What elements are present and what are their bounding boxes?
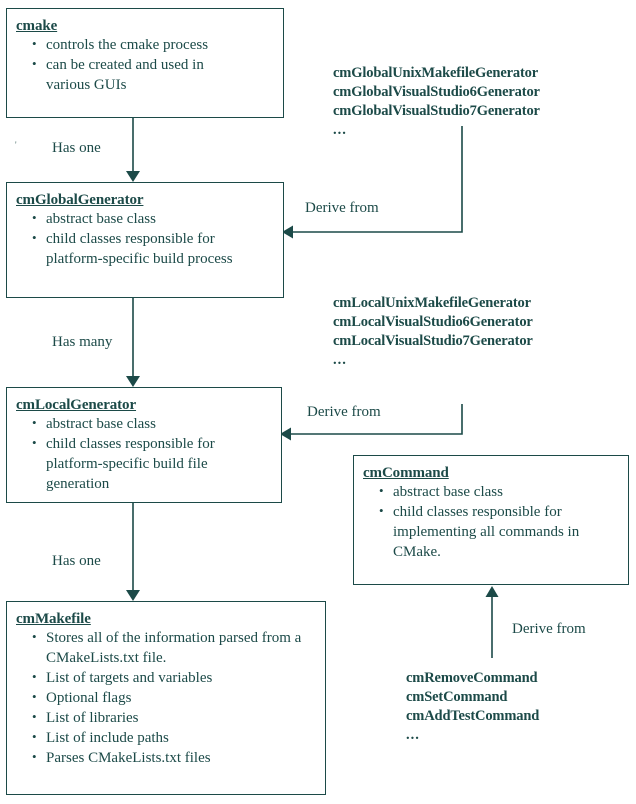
subclass-ellipsis: ... <box>333 352 347 368</box>
subclass-ellipsis: ... <box>333 122 347 138</box>
diagram-canvas: ' cmake controls the cmake process can b… <box>0 0 636 804</box>
box-cmcommand-title: cmCommand <box>363 465 449 481</box>
subclass-item: cmLocalVisualStudio7Generator <box>333 333 533 349</box>
list-item: can be created and used in various GUIs <box>32 54 241 95</box>
list-item: List of libraries <box>32 707 317 728</box>
list-item: Optional flags <box>32 687 317 708</box>
box-cmlocalgenerator-title: cmLocalGenerator <box>16 397 137 413</box>
subclass-item: cmGlobalUnixMakefileGenerator <box>333 65 539 81</box>
list-item: child classes responsible for platform-s… <box>32 433 254 494</box>
subclass-ellipsis: ... <box>406 727 420 743</box>
box-cmake-title: cmake <box>16 18 58 34</box>
box-cmake-bullets: controls the cmake process can be create… <box>16 34 275 95</box>
subclass-item: cmLocalUnixMakefileGenerator <box>333 295 531 311</box>
box-cmake: cmake controls the cmake process can be … <box>6 8 284 118</box>
subclass-item: cmGlobalVisualStudio6Generator <box>333 84 540 100</box>
edge-label-has-one-2: Has one <box>52 553 101 569</box>
box-cmglobalgenerator-title: cmGlobalGenerator <box>16 192 144 208</box>
subclass-list-local-generators: cmLocalUnixMakefileGenerator cmLocalVisu… <box>333 294 533 370</box>
edge-label-derive-from-command: Derive from <box>512 621 586 637</box>
edge-label-has-one-1: Has one <box>52 140 101 156</box>
box-cmcommand-bullets: abstract base class child classes respon… <box>363 481 620 562</box>
list-item: controls the cmake process <box>32 34 275 55</box>
list-item: List of include paths <box>32 727 317 748</box>
connector-cmake-to-globalgenerator <box>126 117 140 182</box>
box-cmglobalgenerator-bullets: abstract base class child classes respon… <box>16 208 275 269</box>
edge-label-derive-from-global: Derive from <box>305 200 379 216</box>
list-item: Parses CMakeLists.txt files <box>32 747 317 768</box>
connector-globalgenerator-to-localgenerator <box>126 298 140 387</box>
box-cmcommand: cmCommand abstract base class child clas… <box>353 455 629 585</box>
subclass-list-global-generators: cmGlobalUnixMakefileGenerator cmGlobalVi… <box>333 64 540 140</box>
list-item: Stores all of the information parsed fro… <box>32 627 304 668</box>
subclass-item: cmAddTestCommand <box>406 708 540 724</box>
subclass-list-commands: cmRemoveCommand cmSetCommand cmAddTestCo… <box>406 669 539 745</box>
list-item: child classes responsible for platform-s… <box>32 228 271 269</box>
connector-derive-from-globalgenerator <box>282 126 463 239</box>
subclass-item: cmRemoveCommand <box>406 670 538 686</box>
list-item: abstract base class <box>379 481 620 502</box>
box-cmglobalgenerator: cmGlobalGenerator abstract base class ch… <box>6 182 284 298</box>
list-item: abstract base class <box>32 413 273 434</box>
list-item: child classes responsible for implementi… <box>379 501 608 562</box>
box-cmmakefile-bullets: Stores all of the information parsed fro… <box>16 627 317 768</box>
box-cmmakefile-title: cmMakefile <box>16 611 91 627</box>
edge-label-derive-from-local: Derive from <box>307 404 381 420</box>
box-cmmakefile: cmMakefile Stores all of the information… <box>6 601 326 795</box>
stray-mark: ' <box>15 140 17 150</box>
list-item: abstract base class <box>32 208 275 229</box>
box-cmlocalgenerator-bullets: abstract base class child classes respon… <box>16 413 273 494</box>
box-cmlocalgenerator: cmLocalGenerator abstract base class chi… <box>6 387 282 503</box>
list-item: List of targets and variables <box>32 667 317 688</box>
connector-localgenerator-to-makefile <box>126 503 140 601</box>
connector-derive-from-command <box>485 586 499 658</box>
edge-label-has-many: Has many <box>52 334 113 350</box>
subclass-item: cmLocalVisualStudio6Generator <box>333 314 533 330</box>
subclass-item: cmSetCommand <box>406 689 508 705</box>
subclass-item: cmGlobalVisualStudio7Generator <box>333 103 540 119</box>
